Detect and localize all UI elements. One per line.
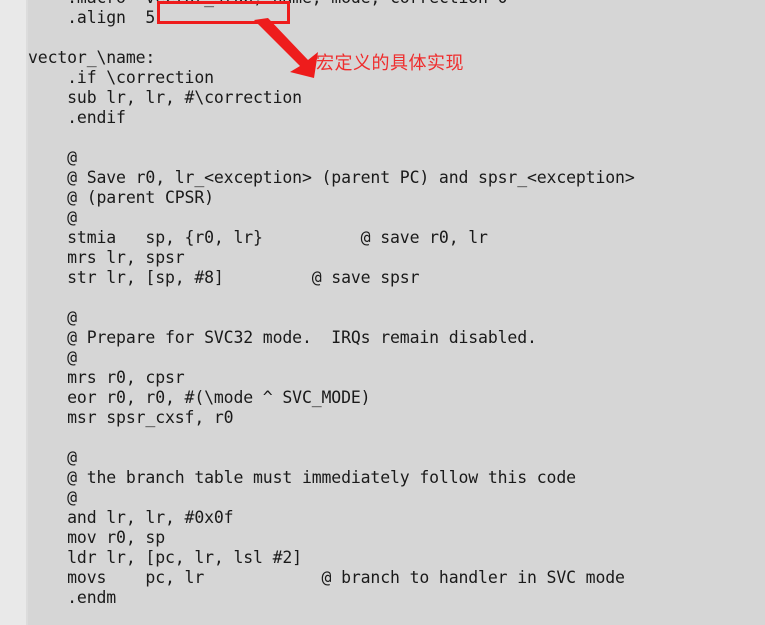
code-line: @	[28, 308, 77, 327]
code-line: mov r0, sp	[28, 528, 165, 547]
code-line: mrs lr, spsr	[28, 248, 185, 267]
code-listing: .macro vector_stub, name, mode, correcti…	[28, 0, 635, 608]
code-line: movs pc, lr @ branch to handler in SVC m…	[28, 568, 625, 587]
code-line: mrs r0, cpsr	[28, 368, 185, 387]
code-line: @ (parent CPSR)	[28, 188, 214, 207]
code-line: @ the branch table must immediately foll…	[28, 468, 576, 487]
code-area[interactable]: .macro vector_stub, name, mode, correcti…	[28, 0, 765, 625]
code-line: @	[28, 148, 77, 167]
code-line: eor r0, r0, #(\mode ^ SVC_MODE)	[28, 388, 371, 407]
code-line: and lr, lr, #0x0f	[28, 508, 234, 527]
code-line: @	[28, 448, 77, 467]
code-line: .endif	[28, 108, 126, 127]
code-line: msr spsr_cxsf, r0	[28, 408, 234, 427]
code-line: @ Prepare for SVC32 mode. IRQs remain di…	[28, 328, 537, 347]
code-line: ldr lr, [pc, lr, lsl #2]	[28, 548, 302, 567]
code-line: .if \correction	[28, 68, 214, 87]
code-line: vector_\name:	[28, 48, 156, 67]
editor-gutter	[0, 0, 26, 625]
code-line: .align 5	[28, 8, 156, 27]
code-line: str lr, [sp, #8] @ save spsr	[28, 268, 420, 287]
code-line: .macro vector_stub, name, mode, correcti…	[28, 0, 635, 8]
code-line: sub lr, lr, #\correction	[28, 88, 302, 107]
code-line: .endm	[28, 588, 117, 607]
code-line: @	[28, 488, 77, 507]
code-line: @ Save r0, lr_<exception> (parent PC) an…	[28, 168, 635, 187]
code-line: stmia sp, {r0, lr} @ save r0, lr	[28, 228, 488, 247]
code-line: @	[28, 208, 77, 227]
code-line: @	[28, 348, 77, 367]
code-screenshot: .macro vector_stub, name, mode, correcti…	[0, 0, 765, 625]
